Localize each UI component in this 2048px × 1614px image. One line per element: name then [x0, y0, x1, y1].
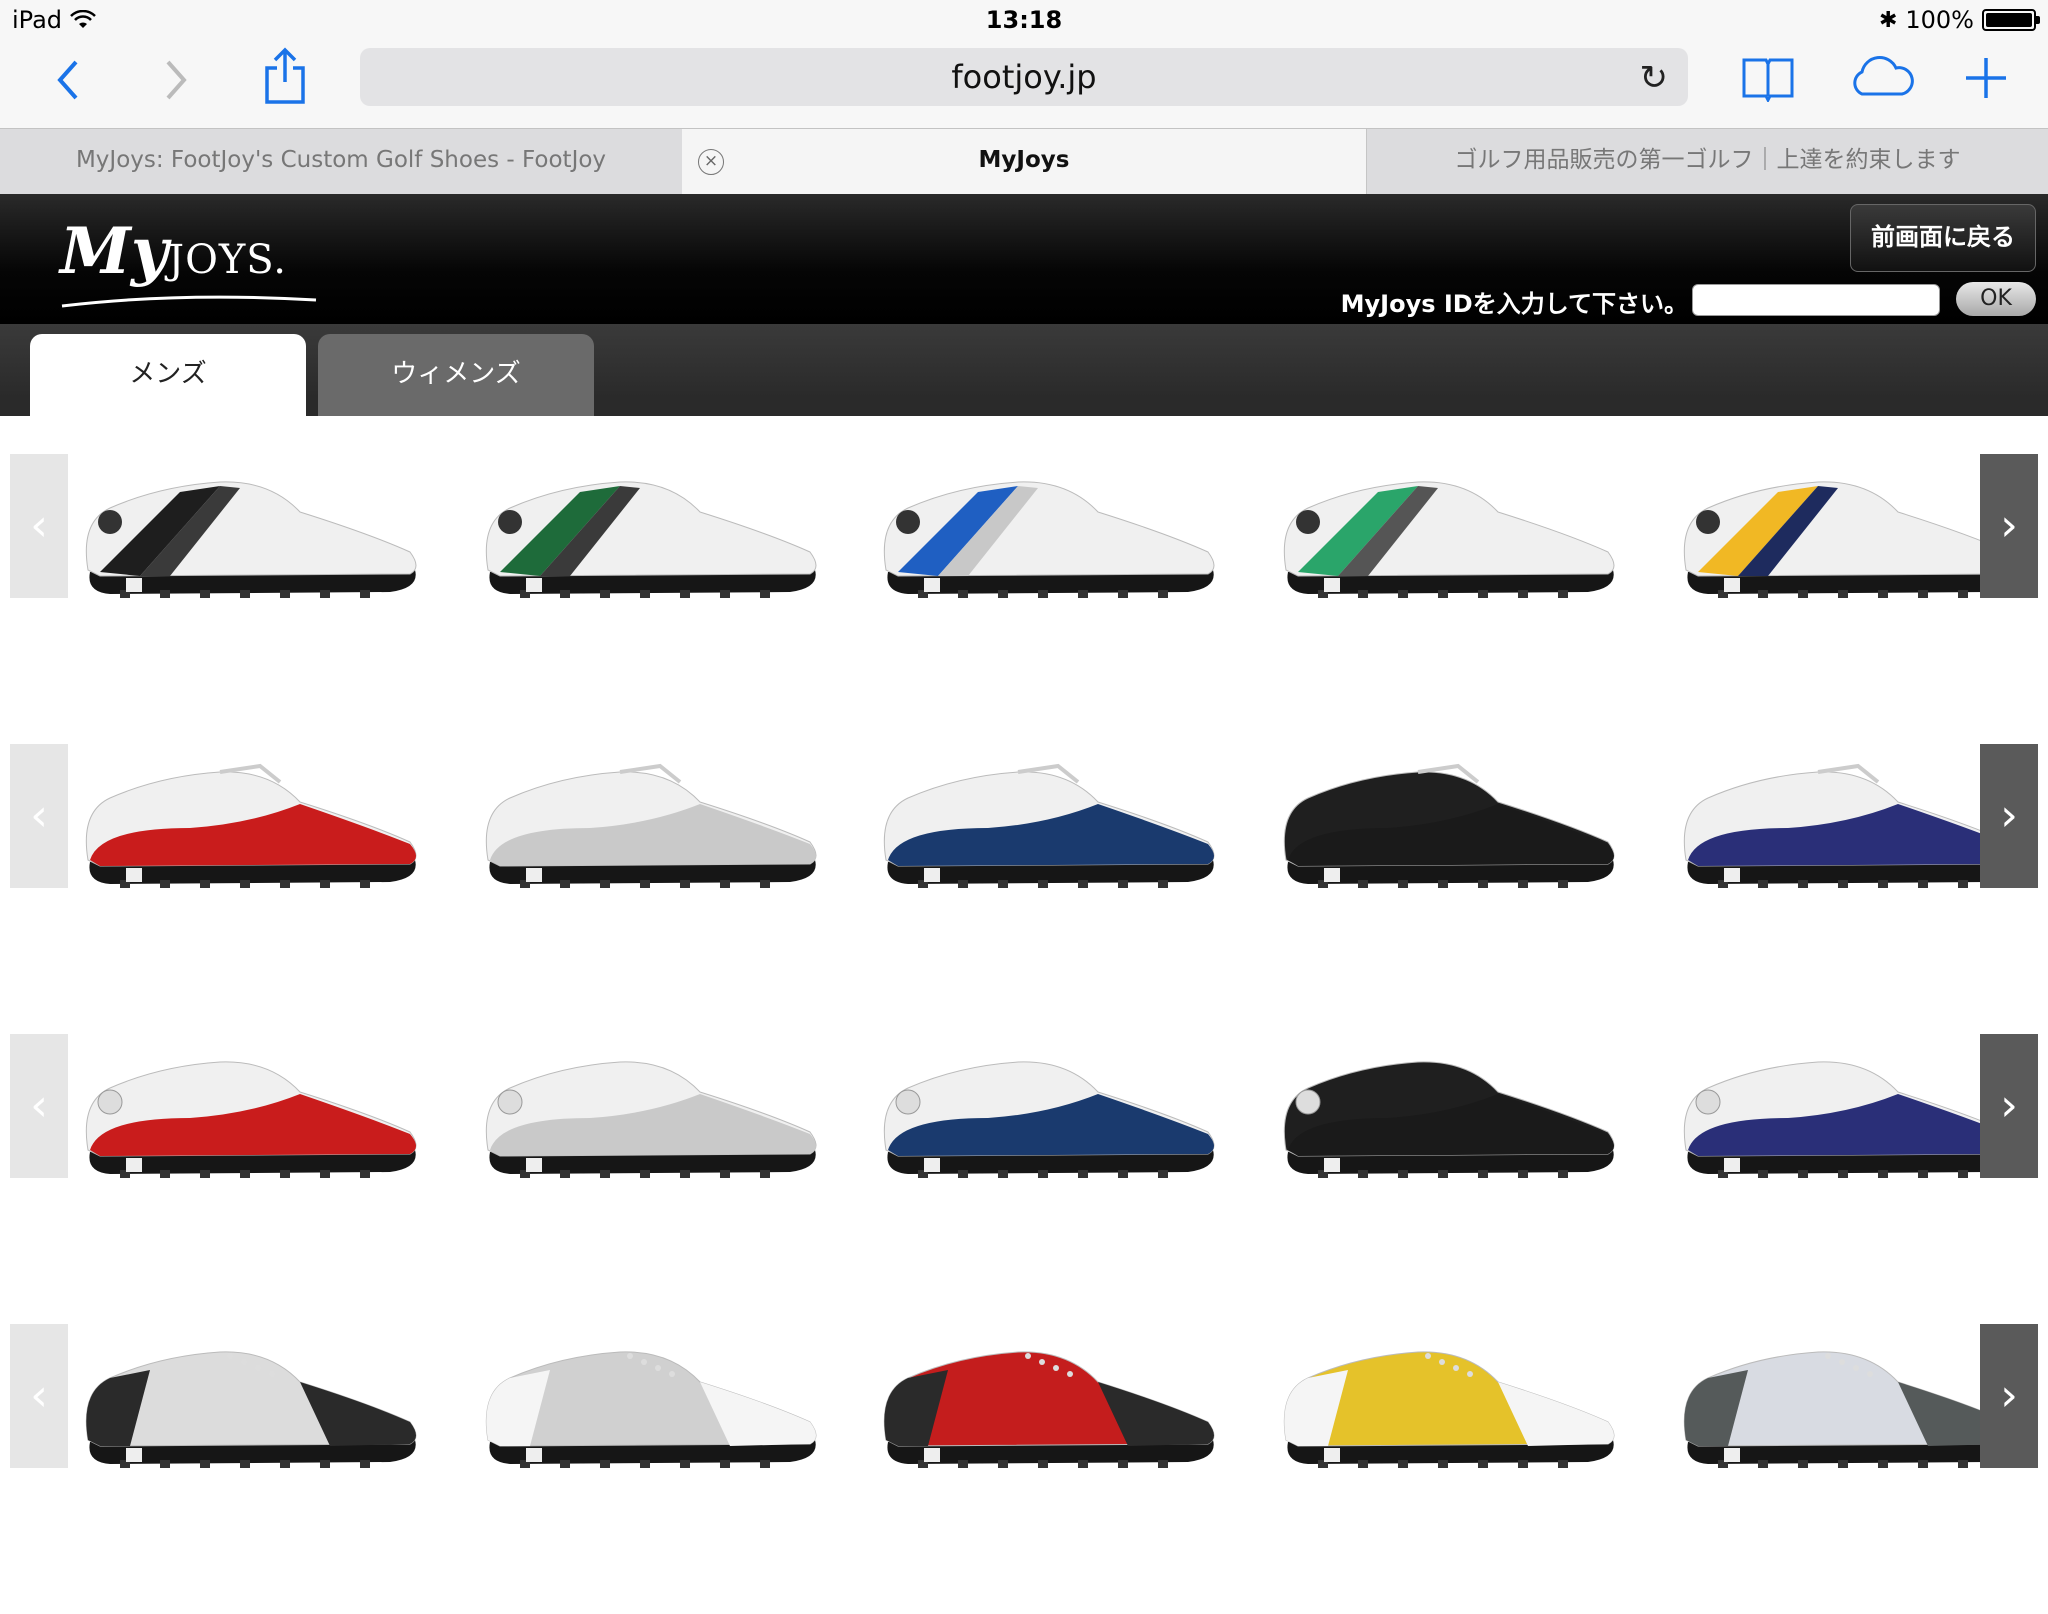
bluetooth-icon: ✱: [1878, 7, 1898, 33]
shoe-model[interactable]: [1668, 732, 2028, 892]
category-tabs: メンズ ウィメンズ: [0, 324, 2048, 416]
browser-tab-2[interactable]: × MyJoys: [682, 129, 1366, 195]
carousel-prev-button[interactable]: ‹: [10, 454, 68, 598]
tab-womens[interactable]: ウィメンズ: [318, 334, 594, 416]
carousel-next-button[interactable]: ›: [1980, 1324, 2038, 1468]
ok-button[interactable]: OK: [1956, 282, 2036, 316]
tab-bar-stripe: [0, 396, 2048, 416]
close-tab-icon[interactable]: ×: [698, 149, 724, 175]
carousel-prev-button[interactable]: ‹: [10, 1324, 68, 1468]
battery-icon: [1982, 9, 2040, 31]
shoe-model[interactable]: [470, 1312, 830, 1472]
clock: 13:18: [985, 6, 1063, 34]
back-to-previous-button[interactable]: 前画面に戻る: [1850, 204, 2036, 272]
new-tab-plus-icon[interactable]: [1962, 54, 2010, 110]
shoe-model[interactable]: [1668, 1312, 2028, 1472]
icloud-tabs-icon[interactable]: [1846, 56, 1916, 108]
shoe-model[interactable]: [1268, 1022, 1628, 1182]
browser-toolbar: footjoy.jp ↻: [0, 40, 2048, 128]
logo-swoosh-icon: [61, 295, 317, 308]
site-header: MyJOYS. 前画面に戻る MyJoys IDを入力して下さい。 OK: [0, 194, 2048, 324]
share-icon[interactable]: [262, 46, 308, 114]
shoe-model[interactable]: [70, 1022, 430, 1182]
browser-tab-1[interactable]: MyJoys: FootJoy's Custom Golf Shoes - Fo…: [0, 129, 682, 195]
reload-icon[interactable]: ↻: [1640, 58, 1669, 98]
carousel-prev-button[interactable]: ‹: [10, 1034, 68, 1178]
shoe-model[interactable]: [1268, 732, 1628, 892]
shoe-model[interactable]: [1668, 1022, 2028, 1182]
status-bar: iPad 13:18 ✱ 100%: [0, 0, 2048, 40]
shoe-model[interactable]: [868, 1022, 1228, 1182]
shoe-model[interactable]: [470, 1022, 830, 1182]
myjoys-id-input[interactable]: [1692, 284, 1940, 316]
carousel-next-button[interactable]: ›: [1980, 744, 2038, 888]
shoe-model[interactable]: [470, 442, 830, 602]
url-text: footjoy.jp: [951, 58, 1097, 96]
shoe-model[interactable]: [868, 1312, 1228, 1472]
myjoys-logo[interactable]: MyJOYS.: [60, 214, 317, 308]
myjoys-id-label: MyJoys IDを入力して下さい。: [1340, 290, 1688, 318]
shoe-model[interactable]: [70, 732, 430, 892]
tab-mens[interactable]: メンズ: [30, 334, 306, 416]
back-chevron-icon[interactable]: [52, 56, 82, 112]
shoe-model[interactable]: [70, 442, 430, 602]
shoe-model[interactable]: [70, 1312, 430, 1472]
carousel-next-button[interactable]: ›: [1980, 1034, 2038, 1178]
bookmarks-icon[interactable]: [1740, 54, 1796, 110]
browser-tab-3[interactable]: ゴルフ用品販売の第一ゴルフ｜上達を約束します: [1366, 129, 2048, 195]
shoe-model[interactable]: [868, 732, 1228, 892]
battery-percent: 100%: [1905, 6, 1974, 34]
shoe-model[interactable]: [1668, 442, 2028, 602]
carousel-next-button[interactable]: ›: [1980, 454, 2038, 598]
shoe-model[interactable]: [1268, 1312, 1628, 1472]
shoe-model[interactable]: [868, 442, 1228, 602]
shoe-model[interactable]: [470, 732, 830, 892]
shoe-row: ‹ ›: [0, 1324, 2048, 1614]
browser-tab-title: ゴルフ用品販売の第一ゴルフ｜上達を約束します: [1454, 147, 1961, 173]
forward-chevron-icon[interactable]: [162, 56, 192, 112]
shoe-model[interactable]: [1268, 442, 1628, 602]
browser-tab-title: MyJoys: FootJoy's Custom Golf Shoes - Fo…: [75, 147, 607, 173]
shoe-row: ‹ ›: [0, 454, 2048, 744]
shoe-row: ‹ ›: [0, 744, 2048, 1034]
browser-tab-title: MyJoys: [978, 147, 1070, 173]
carousel-prev-button[interactable]: ‹: [10, 744, 68, 888]
address-bar[interactable]: footjoy.jp ↻: [360, 48, 1688, 106]
shoe-row: ‹ ›: [0, 1034, 2048, 1324]
battery-fill: [1986, 13, 2032, 27]
browser-tabs: MyJoys: FootJoy's Custom Golf Shoes - Fo…: [0, 128, 2048, 195]
